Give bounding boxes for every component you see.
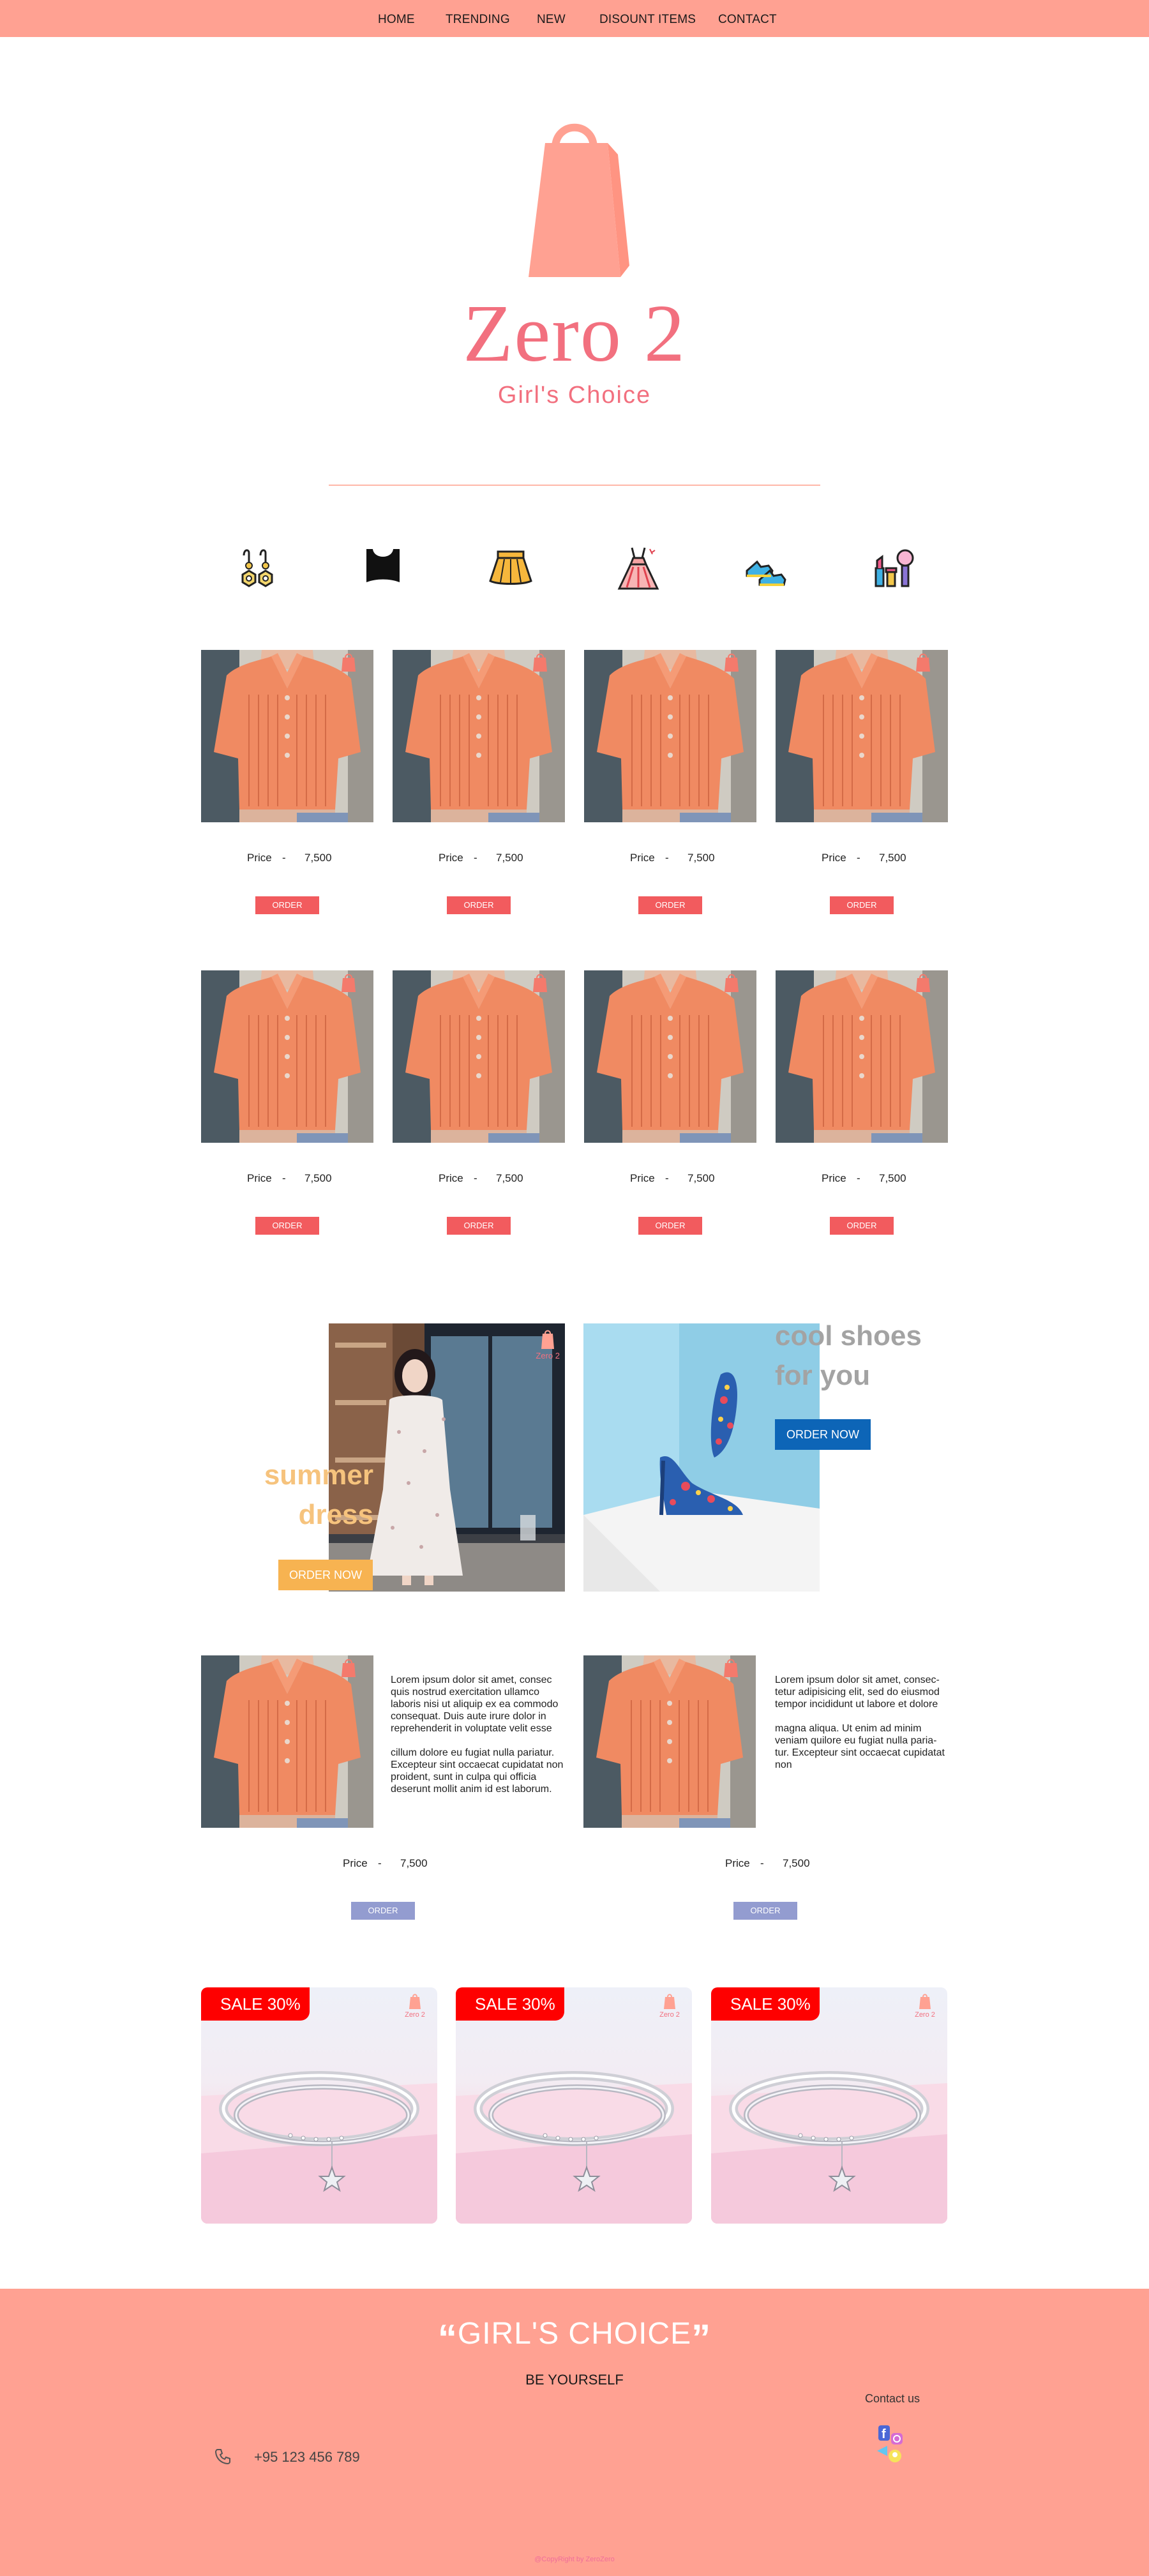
product-image-3[interactable] [584, 650, 756, 822]
mini-logo: Zero 2 [400, 1994, 430, 2023]
sale-badge: SALE 30% [711, 1987, 820, 2021]
nav-contact[interactable]: CONTACT [718, 13, 777, 27]
order-button-5[interactable]: ORDER [255, 1217, 319, 1235]
dress-icon[interactable] [613, 543, 664, 594]
social-media-icon[interactable]: f [875, 2423, 913, 2467]
mini-logo: Zero 2 [536, 1330, 560, 1360]
price-value: 7,500 [783, 1857, 810, 1869]
earrings-icon[interactable] [230, 543, 281, 594]
price-label: Price [822, 1172, 846, 1184]
price-dash: - [474, 1172, 477, 1184]
price-dash: - [282, 852, 286, 864]
order-button-featured-left[interactable]: ORDER [351, 1902, 415, 1920]
mini-logo: Zero 2 [910, 1994, 940, 2023]
featured-right-description: Lorem ipsum dolor sit amet, consec-tetur… [775, 1675, 945, 1770]
phone-number: +95 123 456 789 [254, 2449, 360, 2465]
order-button-featured-right[interactable]: ORDER [733, 1902, 797, 1920]
price-value: 7,500 [879, 852, 906, 864]
top-nav: HOME TRENDING NEW DISOUNT ITEMS CONTACT [0, 0, 1149, 37]
price-value: 7,500 [879, 1172, 906, 1184]
crop-top-icon[interactable] [357, 543, 409, 594]
product-image-6[interactable] [393, 970, 565, 1143]
sale-badge: SALE 30% [456, 1987, 564, 2021]
price-dash: - [857, 852, 860, 864]
price-value: 7,500 [687, 852, 715, 864]
shopping-bag-logo [529, 123, 629, 277]
price-value: 7,500 [304, 1172, 332, 1184]
summer-dress-title: summer dress [264, 1459, 373, 1530]
price-label: Price [343, 1857, 368, 1869]
mini-logo: Zero 2 [655, 1994, 684, 2023]
price-label: Price [725, 1857, 750, 1869]
product-image-4[interactable] [776, 650, 948, 822]
skirt-icon[interactable] [485, 543, 536, 594]
product-image-7[interactable] [584, 970, 756, 1143]
price-dash: - [378, 1857, 382, 1869]
summer-dress-order-now-button[interactable]: ORDER NOW [278, 1560, 373, 1590]
product-image-featured-left[interactable] [201, 1655, 373, 1828]
sale-card-3[interactable]: SALE 30% Zero 2 [711, 1987, 947, 2224]
cool-shoes-title: cool shoes for you [775, 1320, 922, 1391]
svg-text:f: f [882, 2427, 886, 2441]
order-button-6[interactable]: ORDER [447, 1217, 511, 1235]
order-button-3[interactable]: ORDER [638, 896, 702, 914]
shoes-icon[interactable] [740, 543, 792, 594]
price-label: Price [247, 852, 272, 864]
cool-shoes-order-now-button[interactable]: ORDER NOW [775, 1419, 871, 1450]
price-value: 7,500 [687, 1172, 715, 1184]
sale-badge: SALE 30% [201, 1987, 310, 2021]
featured-left-description: Lorem ipsum dolor sit amet, consec quis … [391, 1675, 564, 1795]
hero-divider [329, 485, 820, 486]
product-image-1[interactable] [201, 650, 373, 822]
price-dash: - [282, 1172, 286, 1184]
price-dash: - [474, 852, 477, 864]
order-button-1[interactable]: ORDER [255, 896, 319, 914]
price-value: 7,500 [496, 1172, 523, 1184]
price-value: 7,500 [496, 852, 523, 864]
product-image-8[interactable] [776, 970, 948, 1143]
price-dash: - [857, 1172, 860, 1184]
nav-new[interactable]: NEW [537, 13, 566, 27]
price-value: 7,500 [400, 1857, 428, 1869]
order-button-8[interactable]: ORDER [830, 1217, 894, 1235]
price-label: Price [630, 852, 655, 864]
copyright: @CopyRight by ZeroZero [534, 2556, 615, 2563]
brand-subtitle: Girl's Choice [497, 382, 652, 409]
price-label: Price [822, 852, 846, 864]
footer-tagline: BE YOURSELF [525, 2372, 624, 2388]
price-dash: - [665, 1172, 669, 1184]
footer-quote: “GIRL'S CHOICE” [437, 2317, 712, 2360]
brand-title: Zero 2 [463, 288, 686, 379]
product-image-5[interactable] [201, 970, 373, 1143]
nav-home[interactable]: HOME [378, 13, 415, 27]
price-label: Price [439, 852, 463, 864]
contact-us-label: Contact us [865, 2392, 920, 2405]
price-label: Price [439, 1172, 463, 1184]
price-label: Price [630, 1172, 655, 1184]
sale-card-2[interactable]: SALE 30% Zero 2 [456, 1987, 692, 2224]
price-dash: - [665, 852, 669, 864]
order-button-2[interactable]: ORDER [447, 896, 511, 914]
nav-trending[interactable]: TRENDING [446, 13, 510, 27]
order-button-4[interactable]: ORDER [830, 896, 894, 914]
order-button-7[interactable]: ORDER [638, 1217, 702, 1235]
phone-icon [214, 2449, 230, 2465]
makeup-icon[interactable] [867, 543, 918, 594]
price-dash: - [760, 1857, 764, 1869]
sale-card-1[interactable]: SALE 30% Zero 2 [201, 1987, 437, 2224]
product-image-featured-right[interactable] [583, 1655, 756, 1828]
price-label: Price [247, 1172, 272, 1184]
price-value: 7,500 [304, 852, 332, 864]
nav-discount-items[interactable]: DISOUNT ITEMS [599, 13, 696, 27]
product-image-2[interactable] [393, 650, 565, 822]
